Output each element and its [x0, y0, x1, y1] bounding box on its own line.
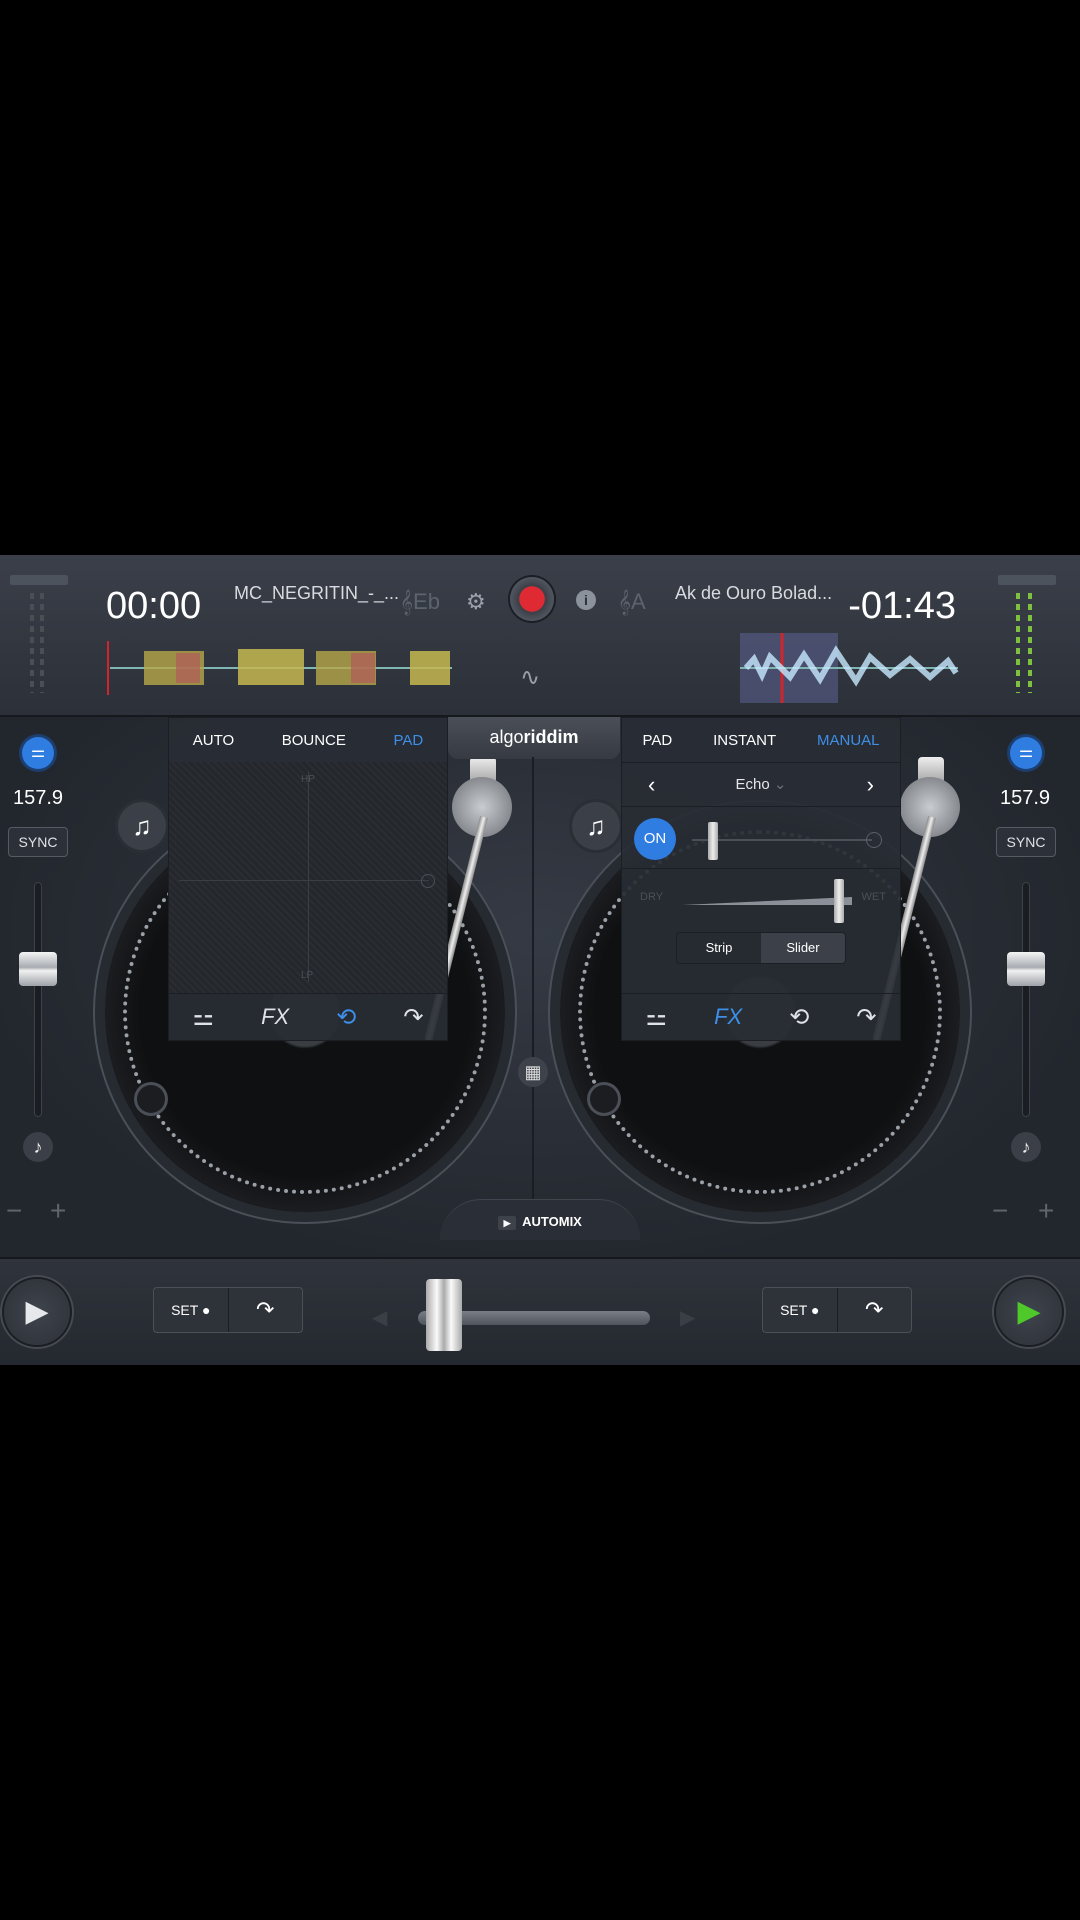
left-panel-bottom-bar: ⚍ FX ⟲ ↷ [169, 993, 447, 1040]
right-note-icon[interactable]: ♪ [1011, 1132, 1041, 1162]
right-pitch-minus-button[interactable]: − [992, 1195, 1008, 1227]
effect-mode-toggle: Strip Slider [676, 932, 846, 964]
clef-icon: 𝄞 [618, 589, 632, 614]
wet-label: WET [861, 891, 886, 903]
left-set-cue-button[interactable]: SET ● [154, 1288, 229, 1332]
xy-lp-label: LP [301, 970, 314, 981]
left-elapsed-time: 00:00 [106, 585, 202, 627]
loop-icon[interactable]: ⟲ [789, 1003, 809, 1032]
crossfader-left-arrow-icon[interactable]: ◀ [372, 1305, 387, 1330]
xy-target-icon [421, 874, 435, 888]
play-small-icon: ▶ [498, 1215, 517, 1230]
left-cue-set-group: SET ● ↷ [153, 1287, 303, 1333]
left-pitch-plus-button[interactable]: + [50, 1195, 66, 1227]
left-panel-tabs: AUTO BOUNCE PAD [169, 718, 447, 763]
tab-pad[interactable]: PAD [393, 732, 423, 749]
right-sync-button[interactable]: SYNC [996, 827, 1056, 857]
right-set-cue-button[interactable]: SET ● [763, 1288, 838, 1332]
left-note-icon[interactable]: ♪ [23, 1132, 53, 1162]
left-key[interactable]: 𝄞Eb [400, 589, 440, 615]
right-track-title[interactable]: Ak de Ouro Bolad... [675, 583, 832, 604]
chevron-down-icon: ⌄ [773, 776, 787, 793]
fx-icon[interactable]: FX [261, 1004, 289, 1030]
right-play-button[interactable]: ▶ [996, 1279, 1062, 1345]
center-divider [532, 757, 534, 1227]
algoriddim-logo: algoriddim [448, 717, 620, 759]
right-panel-bottom-bar: ⚍ FX ⟲ ↷ [622, 993, 900, 1040]
left-eq-icon[interactable]: ⚌ [22, 737, 54, 769]
right-tonearm [872, 757, 970, 1057]
dry-wet-knob[interactable] [834, 879, 844, 923]
grid-menu-icon[interactable]: ▦ [518, 1057, 548, 1087]
transport-bar: ▶ SET ● ↷ ◀ ▶ SET ● ↷ ▶ [0, 1257, 1080, 1365]
effect-on-button[interactable]: ON [634, 818, 676, 860]
effect-name[interactable]: Echo ⌄ [622, 775, 900, 793]
automix-button[interactable]: ▶ AUTOMIX [440, 1199, 640, 1240]
effect-selector: ‹ Echo ⌄ › [622, 762, 900, 807]
right-waveform[interactable] [740, 633, 960, 703]
cue-jump-icon[interactable]: ↷ [403, 1003, 423, 1032]
waveform-toggle-icon[interactable]: ∿ [520, 663, 540, 692]
left-fx-panel: AUTO BOUNCE PAD HP LP ⚍ FX ⟲ ↷ [168, 717, 448, 1041]
right-pitch-plus-button[interactable]: + [1038, 1195, 1054, 1227]
right-cue-knob[interactable] [590, 1085, 618, 1113]
fx-icon[interactable]: FX [714, 1004, 742, 1030]
xy-hp-label: HP [301, 774, 315, 785]
left-add-music-icon[interactable]: ♫ [118, 802, 166, 850]
mixer-icon[interactable]: ⚍ [646, 1003, 668, 1032]
left-waveform[interactable] [106, 633, 456, 703]
dj-app: 00:00 MC_NEGRITIN_-_... 𝄞Eb ⚙ i 𝄞A Ak de… [0, 555, 1080, 1365]
right-fx-panel: PAD INSTANT MANUAL ‹ Echo ⌄ › ON DRY WET… [621, 717, 901, 1041]
left-cue-jump-icon[interactable]: ↷ [229, 1288, 303, 1332]
tab-bounce[interactable]: BOUNCE [282, 732, 346, 749]
dry-label: DRY [640, 891, 664, 903]
tab-instant[interactable]: INSTANT [713, 732, 776, 749]
right-remaining-time: -01:43 [848, 585, 956, 627]
right-key[interactable]: 𝄞A [618, 589, 646, 615]
left-track-title[interactable]: MC_NEGRITIN_-_... [234, 583, 399, 604]
xy-filter-pad[interactable]: HP LP [169, 762, 447, 994]
right-panel-tabs: PAD INSTANT MANUAL [622, 718, 900, 763]
effect-target-icon [866, 832, 882, 848]
right-cue-jump-icon[interactable]: ↷ [838, 1288, 912, 1332]
crossfader-right-arrow-icon[interactable]: ▶ [680, 1305, 695, 1330]
right-eq-icon[interactable]: ⚌ [1010, 737, 1042, 769]
right-cue-set-group: SET ● ↷ [762, 1287, 912, 1333]
tab-auto[interactable]: AUTO [193, 732, 234, 749]
crossfader-knob[interactable] [425, 1279, 462, 1351]
mode-strip-button[interactable]: Strip [677, 933, 761, 963]
left-sync-button[interactable]: SYNC [8, 827, 68, 857]
left-tonearm [424, 757, 522, 1057]
info-icon[interactable]: i [576, 590, 596, 610]
next-effect-chevron-icon[interactable]: › [867, 772, 874, 798]
level-meter-right [998, 575, 1056, 693]
dry-wet-slider[interactable]: DRY WET [622, 868, 900, 929]
deck-area: ⚌ 157.9 SYNC ♪ − + ♫ AUTO BOUNCE PAD HP … [0, 717, 1080, 1257]
right-pitch-slider[interactable] [1022, 882, 1030, 1117]
settings-gear-icon[interactable]: ⚙ [466, 589, 486, 615]
right-add-music-icon[interactable]: ♫ [572, 802, 620, 850]
effect-param-knob[interactable] [708, 822, 718, 860]
cue-jump-icon[interactable]: ↷ [856, 1003, 876, 1032]
tab-pad[interactable]: PAD [642, 732, 672, 749]
left-bpm: 157.9 [12, 787, 64, 809]
clef-icon: 𝄞 [400, 589, 414, 614]
right-pitch-knob[interactable] [1007, 952, 1045, 987]
left-pitch-slider[interactable] [34, 882, 42, 1117]
left-play-button[interactable]: ▶ [4, 1279, 70, 1345]
loop-icon[interactable]: ⟲ [336, 1003, 356, 1032]
mixer-icon[interactable]: ⚍ [193, 1003, 215, 1032]
tab-manual[interactable]: MANUAL [817, 732, 880, 749]
level-meter-left [10, 575, 68, 693]
record-button[interactable] [510, 577, 554, 621]
top-bar: 00:00 MC_NEGRITIN_-_... 𝄞Eb ⚙ i 𝄞A Ak de… [0, 555, 1080, 717]
effect-param-slider[interactable] [692, 839, 872, 841]
mode-slider-button[interactable]: Slider [761, 933, 845, 963]
left-pitch-minus-button[interactable]: − [6, 1195, 22, 1227]
left-pitch-knob[interactable] [19, 952, 57, 987]
right-bpm: 157.9 [999, 787, 1051, 809]
left-cue-knob[interactable] [137, 1085, 165, 1113]
